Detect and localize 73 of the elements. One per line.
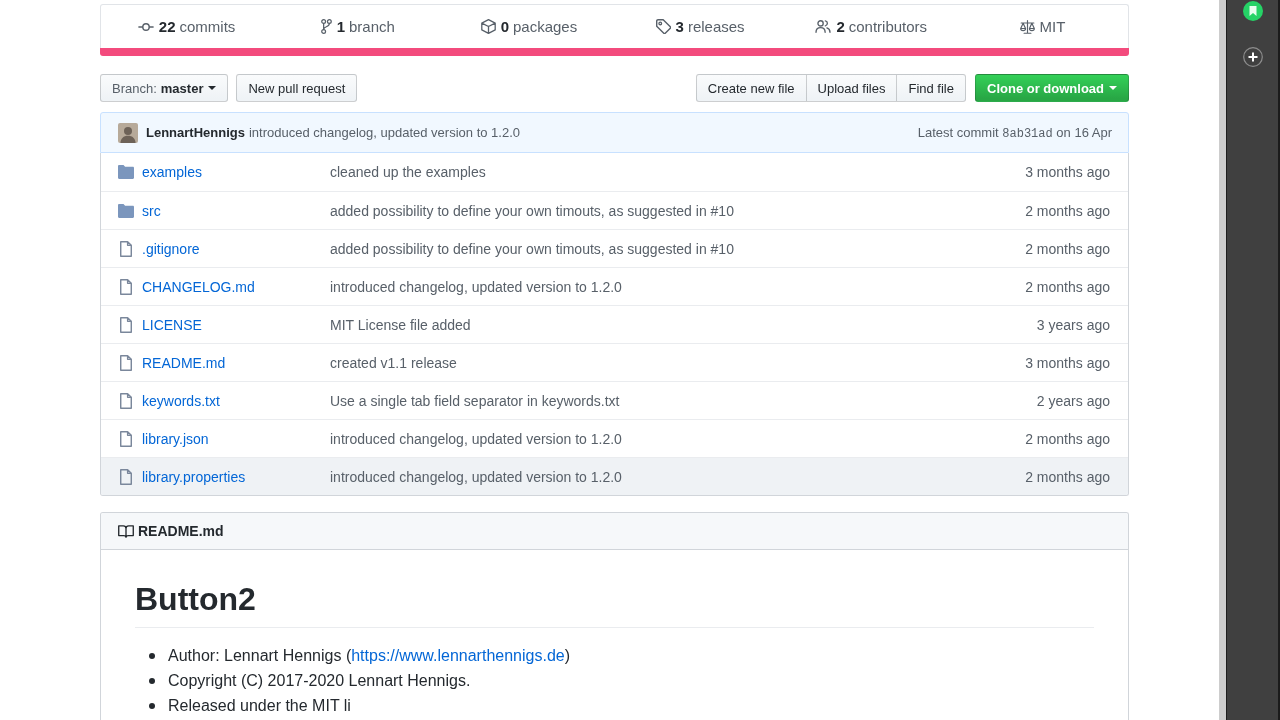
file-link[interactable]: library.json <box>142 430 209 447</box>
folder-link[interactable]: src <box>142 202 161 219</box>
plus-icon[interactable] <box>1242 47 1263 67</box>
file-icon <box>120 316 132 333</box>
file-icon <box>120 430 132 447</box>
readme-title: Button2 <box>135 580 256 619</box>
file-action-button[interactable]: Upload files <box>805 74 898 102</box>
releases-link[interactable]: 3 releases <box>655 18 745 35</box>
file-icon <box>120 392 132 409</box>
commit-message-link[interactable]: introduced changelog, updated version to 1.2.0 <box>330 278 622 295</box>
commit-message-link[interactable]: MIT License file added <box>330 316 471 333</box>
commit-message-link[interactable]: Use a single tab field separator in keywords.txt <box>330 392 620 409</box>
new-pull-request-button[interactable]: New pull request <box>236 74 358 102</box>
file-link[interactable]: keywords.txt <box>142 392 220 409</box>
commit-age: 3 months ago <box>1025 164 1110 180</box>
commit-message-link[interactable]: added possibility to define your own timouts, as suggested in #10 <box>330 202 734 219</box>
scale-icon <box>1019 19 1035 34</box>
website-link[interactable]: https://www.lennarthennigs.de <box>351 647 565 664</box>
list-item-text: Author: Lennart Hennigs (https://www.lennarthennigs.de) <box>168 646 570 666</box>
file-link[interactable]: .gitignore <box>142 240 200 257</box>
file-icon <box>120 240 132 257</box>
commit-message-link[interactable]: introduced changelog, updated version to 1.2.0 <box>248 125 520 140</box>
file-link[interactable]: CHANGELOG.md <box>142 278 255 295</box>
caret-icon <box>1109 86 1117 90</box>
caret-icon <box>208 86 217 90</box>
folder-icon <box>118 165 134 179</box>
file-link[interactable]: LICENSE <box>142 316 202 333</box>
commit-sha-link[interactable]: 8ab31ad <box>1002 126 1053 141</box>
book-icon <box>118 524 134 538</box>
bullet-icon <box>149 678 155 684</box>
commit-age: 2 months ago <box>1025 468 1110 485</box>
commit-message-link[interactable]: cleaned up the examples <box>330 164 486 180</box>
commit-message-link[interactable]: created v1.1 release <box>330 354 457 371</box>
bookmark-icon[interactable] <box>1242 1 1263 21</box>
tag-icon <box>655 19 671 34</box>
file-action-button[interactable]: Find file <box>896 74 966 102</box>
file-icon <box>120 278 132 295</box>
commit-age: 2 months ago <box>1025 430 1110 447</box>
file-icon <box>120 468 132 485</box>
file-link[interactable]: README.md <box>142 354 226 371</box>
commit-age: 2 months ago <box>1025 240 1110 257</box>
branch-select-button[interactable]: Branch: master <box>100 74 229 102</box>
bullet-icon <box>149 653 155 659</box>
packages-link[interactable]: 0 packages <box>480 18 578 35</box>
commit-age: 2 months ago <box>1025 202 1110 219</box>
bullet-icon <box>149 703 155 709</box>
scrollbar[interactable] <box>1219 0 1226 720</box>
commit-age: 2 months ago <box>1025 278 1110 295</box>
file-icon <box>120 354 132 371</box>
list-item-text: Copyright (C) 2017-2020 Lennart Hennigs. <box>168 671 471 691</box>
folder-icon <box>118 203 134 218</box>
latest-commit-text: Latest commit 8ab31ad on 16 Apr <box>917 124 1112 141</box>
contributors-link[interactable]: 2 contributors <box>815 18 928 35</box>
commit-message-link[interactable]: introduced changelog, updated version to 1.2.0 <box>330 468 622 485</box>
list-item-text: Released under the MIT li <box>168 696 351 716</box>
commits-link[interactable]: 22 commits <box>137 18 236 35</box>
branch-icon <box>320 19 332 34</box>
commit-age: 2 years ago <box>1036 392 1110 409</box>
commit-message-link[interactable]: added possibility to define your own timouts, as suggested in #10 <box>330 240 734 257</box>
commit-age: 3 years ago <box>1036 316 1110 333</box>
author-link[interactable]: LennartHennigs <box>146 125 245 140</box>
file-link[interactable]: library.properties <box>142 468 246 485</box>
readme-filename: README.md <box>138 523 224 539</box>
people-icon <box>815 20 832 33</box>
cube-icon <box>480 19 496 34</box>
avatar-icon <box>118 122 138 143</box>
commit-icon <box>137 22 154 31</box>
branches-link[interactable]: 1 branch <box>320 18 395 35</box>
commit-age: 3 months ago <box>1025 354 1110 371</box>
file-action-button[interactable]: Create new file <box>695 74 807 102</box>
license-stat-link[interactable]: MIT <box>1019 18 1066 35</box>
folder-link[interactable]: examples <box>142 164 202 180</box>
commit-message-link[interactable]: introduced changelog, updated version to 1.2.0 <box>330 430 622 447</box>
